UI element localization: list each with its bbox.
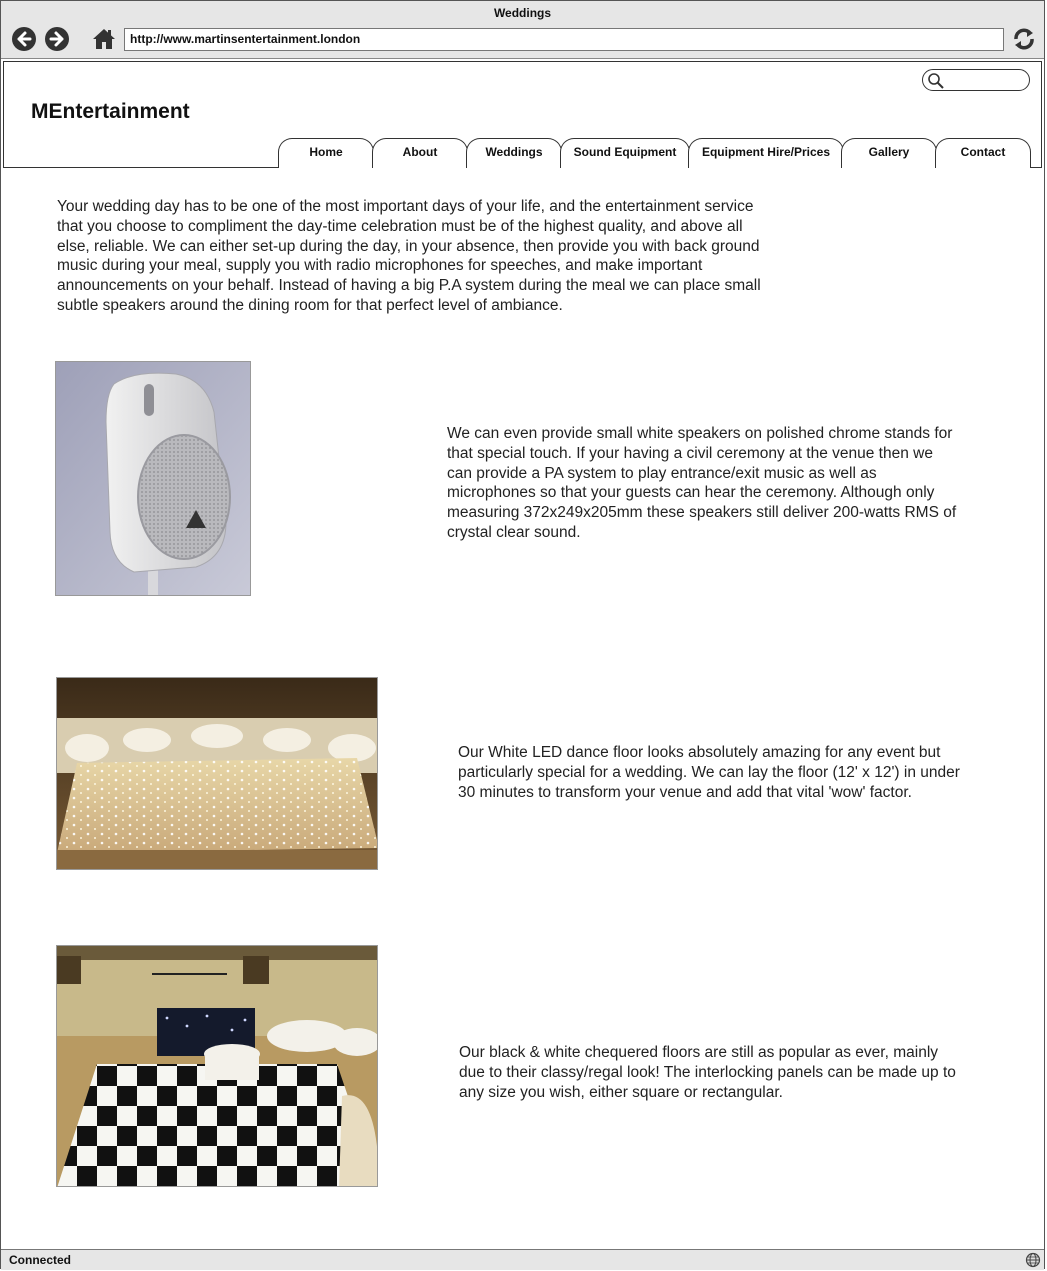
browser-toolbar: Weddings http://www.martinsentertainment… xyxy=(1,1,1044,59)
nav-tab-equipment-hire-prices[interactable]: Equipment Hire/Prices xyxy=(688,138,844,168)
window-title: Weddings xyxy=(493,6,552,20)
led-floor-description: Our White LED dance floor looks absolute… xyxy=(458,744,960,801)
intro-paragraph: Your wedding day has to be one of the mo… xyxy=(57,198,761,314)
arrow-left-icon xyxy=(17,31,32,47)
search-icon xyxy=(928,73,944,89)
arrow-right-icon xyxy=(49,31,64,47)
home-button[interactable] xyxy=(91,26,117,52)
led-dance-floor-photo xyxy=(56,677,378,870)
site-logo[interactable]: MEntertainment xyxy=(31,100,190,124)
chequered-floor-photo xyxy=(56,945,378,1187)
search-input[interactable] xyxy=(922,69,1030,91)
speaker-description: We can even provide small white speakers… xyxy=(447,425,957,541)
forward-button[interactable] xyxy=(45,27,69,51)
reload-icon xyxy=(1014,28,1034,50)
back-button[interactable] xyxy=(12,27,36,51)
home-icon xyxy=(93,29,115,49)
nav-tab-home[interactable]: Home xyxy=(278,138,374,168)
chequered-floor-description: Our black & white chequered floors are s… xyxy=(459,1044,956,1101)
address-bar[interactable]: http://www.martinsentertainment.london xyxy=(124,28,1004,51)
site-header: MEntertainment Home About Weddings Sound… xyxy=(3,61,1042,168)
nav-tab-sound-equipment[interactable]: Sound Equipment xyxy=(560,138,690,168)
nav-tab-weddings[interactable]: Weddings xyxy=(466,138,562,168)
nav-tab-about[interactable]: About xyxy=(372,138,468,168)
reload-button[interactable] xyxy=(1010,25,1038,53)
nav-tab-gallery[interactable]: Gallery xyxy=(841,138,937,168)
status-text: Connected xyxy=(9,1253,72,1267)
globe-icon xyxy=(1025,1252,1041,1268)
white-speaker-photo xyxy=(55,361,251,596)
browser-window: Weddings http://www.martinsentertainment… xyxy=(0,0,1045,1270)
status-bar: Connected xyxy=(1,1249,1044,1270)
nav-tab-contact[interactable]: Contact xyxy=(935,138,1031,168)
